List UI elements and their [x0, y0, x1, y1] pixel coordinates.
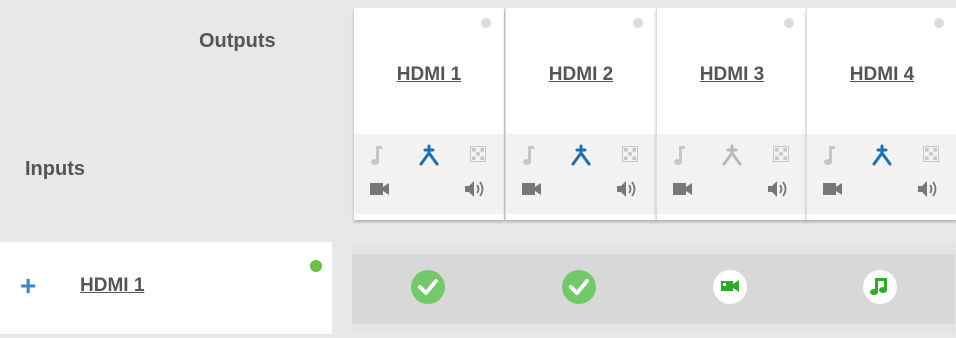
input-name-link[interactable]: HDMI 1 [80, 275, 144, 297]
route-merge-icon[interactable] [871, 144, 893, 166]
expand-plus-icon[interactable]: + [20, 272, 36, 300]
cell-band [654, 324, 805, 334]
cell-band [654, 242, 805, 254]
output-column: HDMI 2 [505, 8, 656, 220]
check-icon [562, 270, 596, 304]
cell-band [804, 242, 955, 254]
speaker-volume-icon[interactable] [616, 179, 638, 199]
output-name-link[interactable]: HDMI 3 [657, 64, 807, 86]
speaker-volume-icon[interactable] [464, 179, 486, 199]
route-merge-icon[interactable] [418, 144, 440, 166]
route-merge-icon[interactable] [721, 144, 743, 166]
music-note-icon[interactable] [522, 144, 534, 166]
output-header: HDMI 4 [807, 8, 956, 126]
video-camera-icon[interactable] [370, 182, 390, 196]
matrix-cell-routed-all[interactable] [503, 242, 654, 334]
music-note-icon[interactable] [823, 144, 835, 166]
cell-band [352, 242, 506, 254]
output-icon-bar [506, 134, 656, 214]
test-pattern-icon[interactable] [773, 146, 789, 162]
output-status-dot [934, 18, 944, 28]
music-note-icon[interactable] [370, 144, 382, 166]
route-merge-icon[interactable] [570, 144, 592, 166]
output-icon-bar [657, 134, 807, 214]
video-camera-icon[interactable] [823, 182, 843, 196]
output-status-dot [633, 18, 643, 28]
video-camera-icon[interactable] [522, 182, 542, 196]
output-name-link[interactable]: HDMI 1 [354, 64, 504, 86]
matrix-corner: Outputs Inputs [0, 0, 354, 242]
output-icon-bar [807, 134, 956, 214]
output-column: HDMI 1 [354, 8, 504, 220]
input-status-dot [310, 260, 322, 272]
speaker-volume-icon[interactable] [767, 179, 789, 199]
video-camera-icon [713, 270, 747, 304]
music-note-icon[interactable] [673, 144, 685, 166]
inputs-heading: Inputs [25, 158, 85, 180]
output-header: HDMI 2 [506, 8, 656, 126]
output-icon-bar [354, 134, 504, 214]
output-name-link[interactable]: HDMI 4 [807, 64, 956, 86]
output-column: HDMI 3 [656, 8, 807, 220]
speaker-volume-icon[interactable] [917, 179, 939, 199]
input-row-hdmi-1: + HDMI 1 [0, 242, 332, 335]
output-header: HDMI 3 [657, 8, 807, 126]
matrix-cell-audio-only[interactable] [804, 242, 955, 334]
cell-band [804, 324, 955, 334]
output-name-link[interactable]: HDMI 2 [506, 64, 656, 86]
output-status-dot [481, 18, 491, 28]
cell-band [503, 242, 654, 254]
matrix-cell-video-only[interactable] [654, 242, 805, 334]
cell-band [352, 324, 506, 334]
outputs-heading: Outputs [199, 30, 276, 52]
test-pattern-icon[interactable] [923, 146, 939, 162]
check-icon [411, 270, 445, 304]
cell-band [503, 324, 654, 334]
test-pattern-icon[interactable] [470, 146, 486, 162]
music-note-icon [863, 270, 897, 304]
test-pattern-icon[interactable] [622, 146, 638, 162]
output-column: HDMI 4 [806, 8, 956, 220]
output-status-dot [784, 18, 794, 28]
video-camera-icon[interactable] [673, 182, 693, 196]
matrix-cell-routed-all[interactable] [352, 242, 506, 334]
output-header: HDMI 1 [354, 8, 504, 126]
